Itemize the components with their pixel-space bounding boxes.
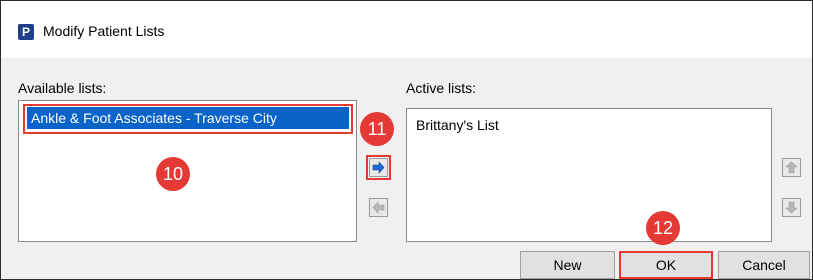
arrow-down-icon bbox=[785, 201, 798, 214]
active-lists-label: Active lists: bbox=[406, 80, 477, 96]
remove-from-active-button[interactable] bbox=[369, 198, 388, 217]
available-item-highlight bbox=[23, 104, 353, 134]
move-down-button[interactable] bbox=[782, 198, 801, 217]
active-list-item[interactable]: Brittany's List bbox=[416, 117, 499, 133]
callout-12: 12 bbox=[646, 211, 680, 245]
active-lists-box[interactable]: Brittany's List bbox=[406, 108, 772, 242]
move-up-button[interactable] bbox=[782, 158, 801, 177]
ok-button[interactable]: OK bbox=[619, 251, 713, 279]
available-lists-label: Available lists: bbox=[18, 80, 107, 96]
add-button-highlight bbox=[366, 155, 391, 180]
app-logo-icon: P bbox=[18, 24, 34, 40]
modify-patient-lists-dialog: P Modify Patient Lists Available lists: … bbox=[0, 0, 813, 280]
arrow-left-icon bbox=[372, 201, 385, 214]
callout-10: 10 bbox=[156, 157, 190, 191]
cancel-button[interactable]: Cancel bbox=[718, 251, 810, 279]
callout-11: 11 bbox=[360, 112, 394, 146]
arrow-up-icon bbox=[785, 161, 798, 174]
dialog-title: Modify Patient Lists bbox=[43, 23, 165, 39]
title-bar: P Modify Patient Lists bbox=[1, 1, 812, 58]
new-button[interactable]: New bbox=[520, 251, 615, 279]
